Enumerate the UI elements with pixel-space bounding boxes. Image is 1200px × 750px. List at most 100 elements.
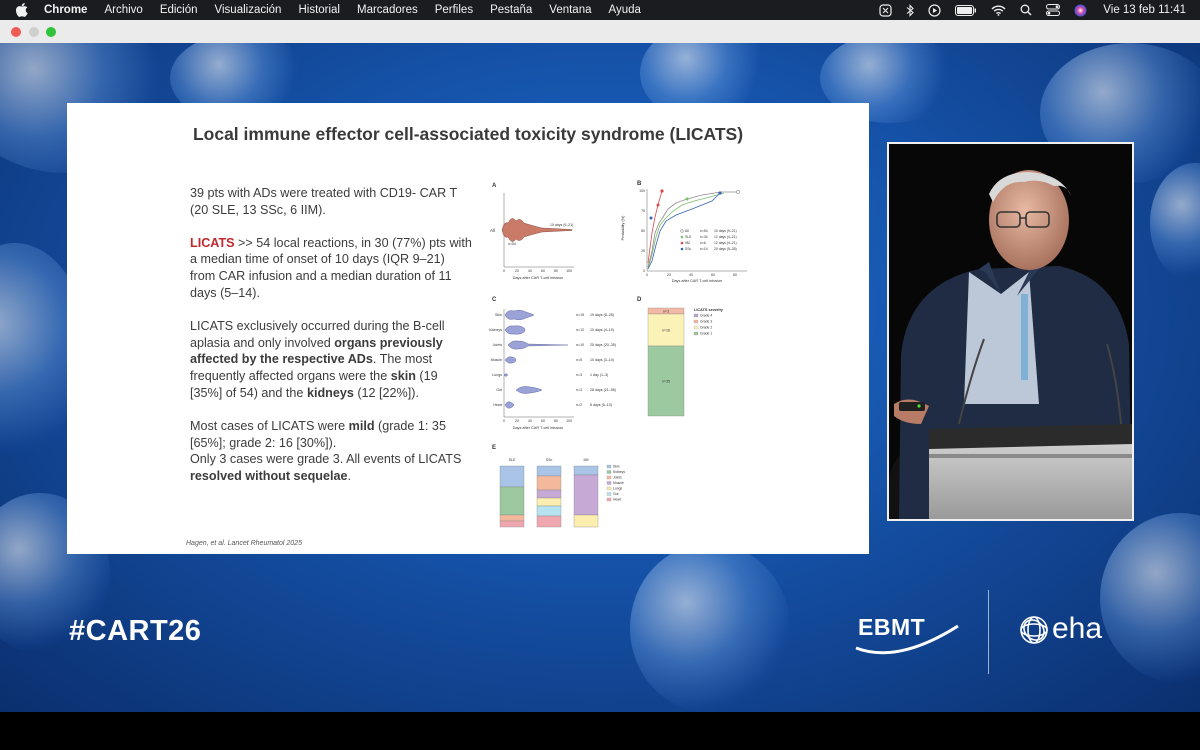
bar-sle-heart [499,520,525,528]
panel-e-column-label: SSc [546,458,553,462]
panel-c-median: 19 days (5–28) [590,313,614,317]
play-icon[interactable] [928,3,941,17]
panel-b-ytick: 50 [641,229,645,233]
legend-d-label: Grade 1 [700,332,712,336]
legend-e-label: Lungs [613,487,623,491]
panel-label-b: B [637,181,642,187]
search-icon[interactable] [1020,4,1032,16]
panel-label-a: A [492,183,497,189]
apple-icon[interactable] [16,3,30,17]
violin-lungs [503,373,508,377]
text-span: . [347,469,351,484]
bar-ssc-joints [536,475,562,491]
panel-c-row-label: Heart [493,403,502,407]
panel-b-xtick: 80 [733,273,737,277]
status-area: Vie 13 feb 11:41 [865,0,1186,20]
menu-ventana[interactable]: Ventana [549,4,591,16]
menu-edicion[interactable]: Edición [160,4,198,16]
panel-c-xtick: 100 [566,419,572,423]
legend-b-name: SSc [685,247,692,251]
speaker-image [889,144,1132,519]
legend-swatch-sle [680,235,684,239]
slide-body: 39 pts with ADs were treated with CD19- … [190,185,472,485]
panel-d-segment-label: n=35 [662,379,670,383]
panel-a-n: n=54 [508,242,516,246]
legend-e-label: Heart [613,498,621,502]
legend-swatch-heart [606,497,612,502]
paragraph-severity: Most cases of LICATS were mild (grade 1:… [190,418,472,485]
panel-a-row-label: All [490,228,495,233]
panel-label-e: E [492,445,496,451]
legend-b-n: n=14 [700,247,708,251]
background-cell [1100,513,1200,683]
legend-swatch-grade4 [693,313,699,318]
legend-swatch-gut [606,492,612,496]
bold-span: mild [348,418,375,433]
clock[interactable]: Vie 13 feb 11:41 [1103,4,1186,16]
panel-c-median: 25 days (20–35) [590,343,616,347]
logo-divider [988,590,989,674]
panel-b-ytick: 75 [641,209,645,213]
bluetooth-icon[interactable] [906,3,915,17]
menu-historial[interactable]: Historial [298,4,340,16]
panel-c-median: 10 days (4–19) [590,328,614,332]
ebmt-logo: EBMT [855,614,959,655]
clicker [899,402,925,411]
menu-visualizacion[interactable]: Visualización [215,4,282,16]
panel-b-ytick: 0 [643,269,645,273]
paragraph-licats: LICATS >> 54 local reactions, in 30 (77%… [190,235,472,302]
eha-logo-mark [1020,616,1048,644]
panel-a-xtick: 100 [566,269,572,273]
fullscreen-window-button[interactable] [46,27,56,37]
text-span: Most cases of LICATS were [190,418,349,433]
eha-logo: eha [1020,612,1102,646]
bar-ssc-lungs [536,497,562,507]
menu-app-chrome[interactable]: Chrome [44,4,87,16]
menu-perfiles[interactable]: Perfiles [435,4,473,16]
legend-d-label: Grade 3 [700,320,712,324]
legend-swatch-joints [606,475,612,480]
citation: Hagen, et al. Lancet Rheumatol 2025 [186,540,302,547]
panel-c-row-label: Muscle [491,358,502,362]
menu-pestana[interactable]: Pestaña [490,4,532,16]
panel-c-n: n=10 [576,343,584,347]
panel-b-xtick: 0 [646,273,648,277]
siri-icon[interactable] [1074,4,1087,17]
panel-e-column-label: IIM [584,458,589,462]
menu-archivo[interactable]: Archivo [104,4,142,16]
legend-e-label: Gut [613,492,619,496]
panel-c-median: 8 days (5–10) [590,403,612,407]
panel-c-median: 10 days (3–10) [590,358,614,362]
violin-skin [504,310,535,320]
close-window-button[interactable] [11,27,21,37]
legend-b-n: n=54 [700,229,708,233]
point-iim [660,189,664,193]
menu-marcadores[interactable]: Marcadores [357,4,418,16]
bold-span: skin [390,369,416,384]
menu-ayuda[interactable]: Ayuda [609,4,641,16]
bar-ssc-muscle [536,489,562,499]
text-span: Only 3 cases were grade 3. All events of… [190,452,462,467]
legend-swatch-grade3 [693,319,699,324]
point-all [736,190,740,194]
legend-swatch-ssc [680,247,684,251]
panel-e-column-label: SLE [509,458,516,462]
wifi-icon[interactable] [991,5,1006,16]
settings-icon[interactable] [879,3,892,17]
panel-a-xtick: 20 [515,269,519,273]
panel-c-row-label: Lungs [492,373,502,377]
panel-a-xtick: 40 [528,269,532,273]
control-center-icon[interactable] [1046,4,1061,16]
violin-heart [504,401,515,409]
battery-icon[interactable] [955,4,977,16]
violin-kidneys [504,325,526,335]
legend-b-n: n=6 [700,241,706,245]
panel-b-ylabel: Probability (%) [621,215,625,240]
paragraph-organs: LICATS exclusively occurred during the B… [190,318,472,402]
bar-iim-skin [573,465,599,476]
legend-b-median: 20 days (5–28) [714,247,737,251]
minimize-window-button[interactable] [29,27,39,37]
panel-c-n: n=2 [576,403,582,407]
legend-b-name: IIM [685,241,690,245]
point-ssc [649,216,653,220]
